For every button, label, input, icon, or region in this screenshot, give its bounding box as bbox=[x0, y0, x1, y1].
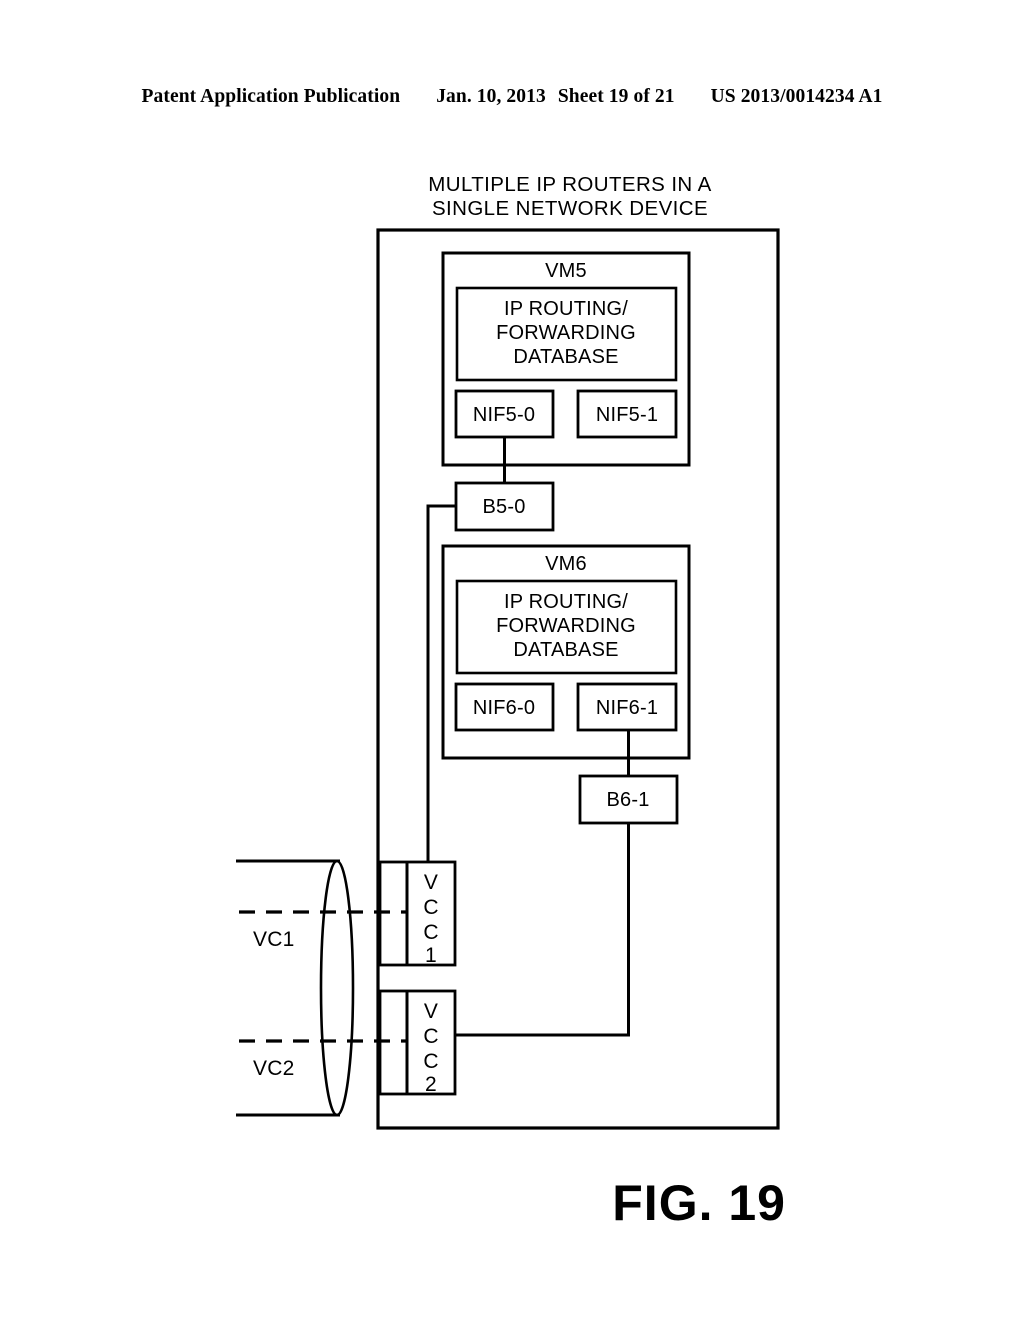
figure-number-label: FIG. 19 bbox=[612, 1175, 786, 1231]
vcc1-char-3: C bbox=[423, 921, 438, 944]
connector-b6-1-to-vcc2 bbox=[455, 823, 630, 1037]
vcc2-box bbox=[378, 989, 457, 1096]
patent-figure-page: Patent Application Publication Jan. 10, … bbox=[0, 0, 1024, 1320]
vm6-label: VM6 bbox=[545, 553, 587, 575]
pipe-cross-section-ellipse bbox=[319, 859, 355, 1117]
figure-title-line2: SINGLE NETWORK DEVICE bbox=[432, 197, 708, 220]
vcc2-char-1: V bbox=[424, 1000, 438, 1023]
vcc1-char-1: V bbox=[424, 871, 438, 894]
nif5-1-label: NIF5-1 bbox=[596, 404, 658, 426]
vm5-label: VM5 bbox=[545, 260, 587, 282]
vm5-database-line3: DATABASE bbox=[513, 346, 618, 368]
nif5-0-label: NIF5-0 bbox=[473, 404, 535, 426]
vcc2-char-3: C bbox=[423, 1050, 438, 1073]
vm6-database-line1: IP ROUTING/ bbox=[504, 591, 628, 613]
b6-1-label: B6-1 bbox=[606, 789, 649, 811]
vc1-label: VC1 bbox=[253, 928, 294, 951]
vm5-database-line1: IP ROUTING/ bbox=[504, 298, 628, 320]
figure-title-line1: MULTIPLE IP ROUTERS IN A bbox=[428, 173, 711, 196]
vm6-database-line3: DATABASE bbox=[513, 639, 618, 661]
vm5-database-line2: FORWARDING bbox=[496, 322, 636, 344]
vcc2-char-4: 2 bbox=[425, 1073, 437, 1096]
figure-19-diagram: MULTIPLE IP ROUTERS IN A SINGLE NETWORK … bbox=[236, 173, 786, 1231]
vcc1-char-4: 1 bbox=[425, 944, 437, 967]
nif6-0-label: NIF6-0 bbox=[473, 697, 535, 719]
vcc1-char-2: C bbox=[423, 896, 438, 919]
vcc1-box bbox=[378, 860, 457, 967]
nif6-1-label: NIF6-1 bbox=[596, 697, 658, 719]
vcc2-char-2: C bbox=[423, 1025, 438, 1048]
vm6-database-line2: FORWARDING bbox=[496, 615, 636, 637]
vc2-label: VC2 bbox=[253, 1057, 294, 1080]
b5-0-label: B5-0 bbox=[482, 496, 525, 518]
